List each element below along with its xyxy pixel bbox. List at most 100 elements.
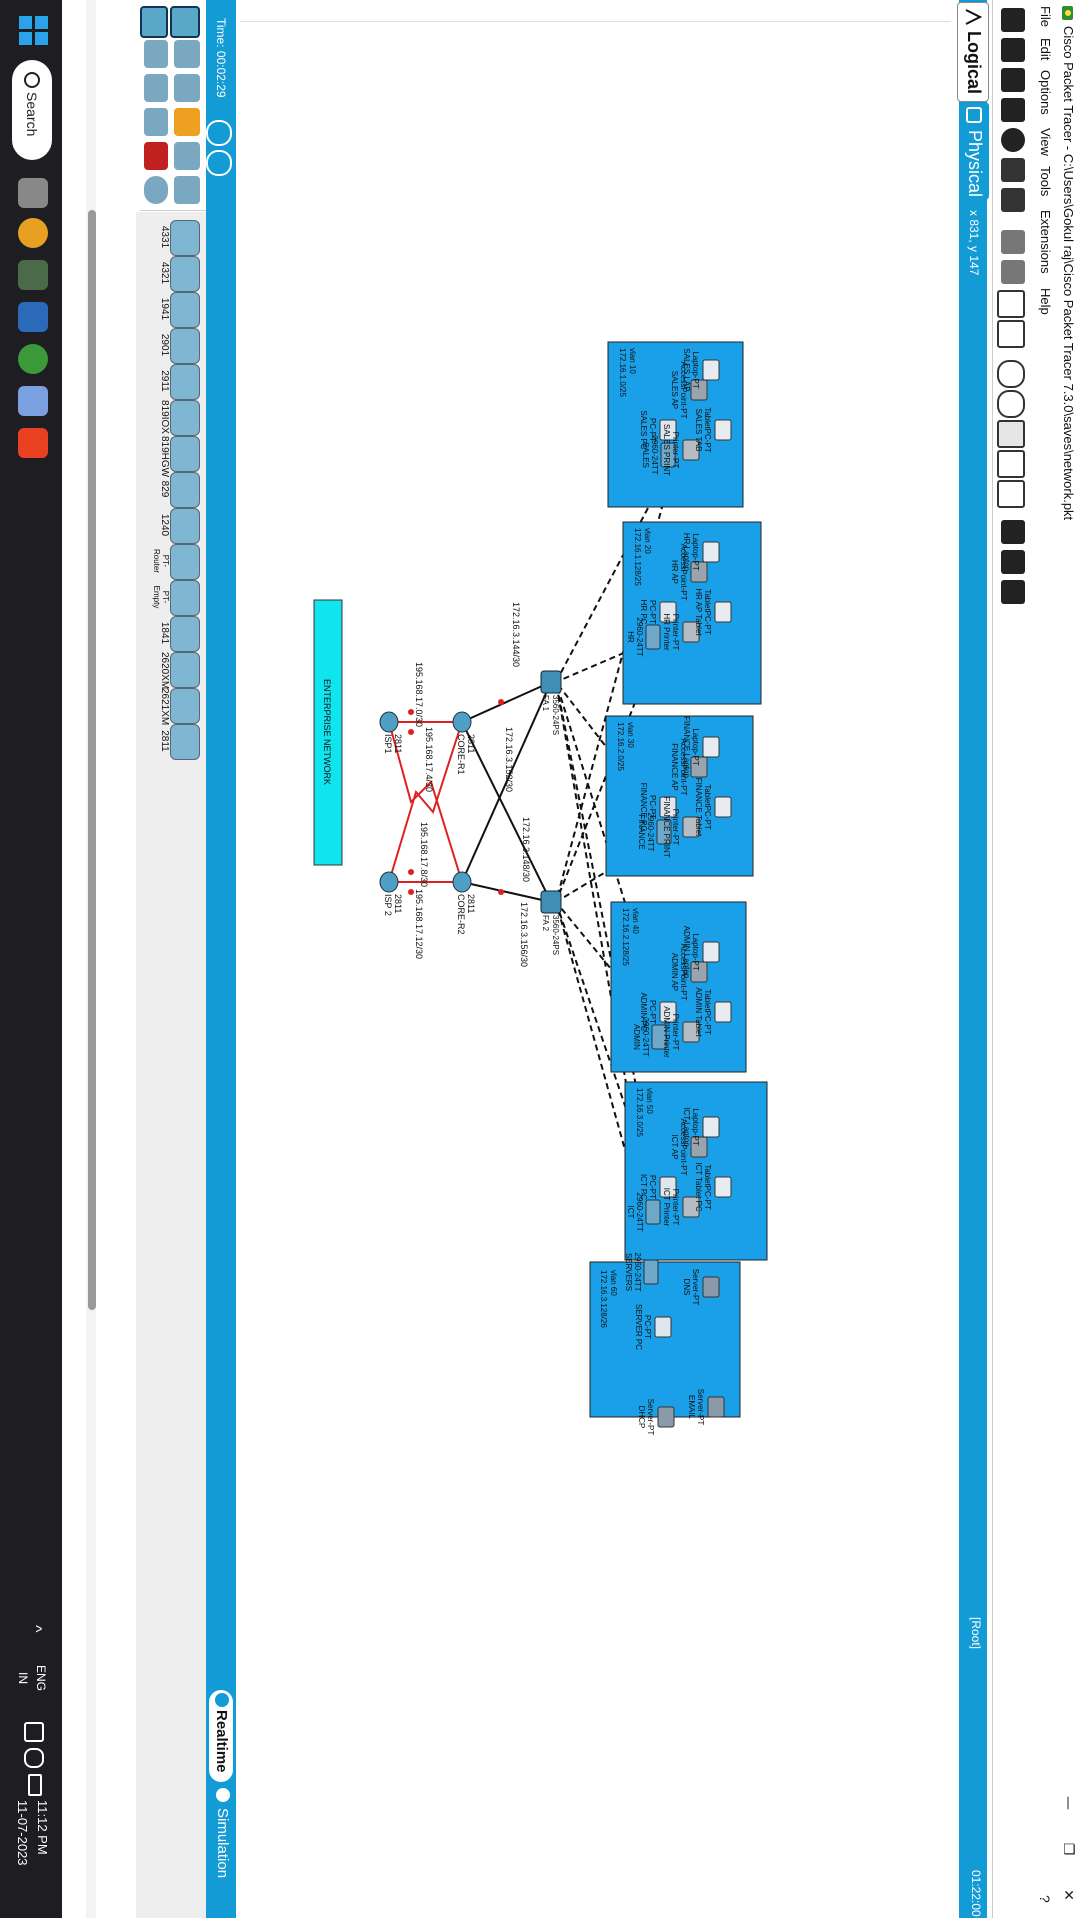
task-view-icon[interactable]: [18, 178, 48, 208]
zoom-in-icon[interactable]: [997, 360, 1025, 388]
router-model-icon[interactable]: [170, 328, 200, 364]
info-icon[interactable]: [1001, 128, 1025, 152]
isp1-router[interactable]: [379, 711, 399, 733]
laptop[interactable]: [702, 736, 720, 758]
security-icon[interactable]: [144, 142, 168, 170]
logical-workspace[interactable]: ENTERPRISE NETWORK 195.168.17.0/30 195.168…: [236, 3, 957, 1918]
router-model-icon[interactable]: [170, 400, 200, 436]
menu-edit[interactable]: Edit: [1038, 38, 1053, 60]
access-switch[interactable]: [645, 1199, 661, 1225]
menu-help[interactable]: Help: [1038, 288, 1053, 315]
custom-device-icon[interactable]: [997, 480, 1025, 508]
show-hidden-icons[interactable]: ^: [26, 1625, 44, 1633]
router-model-icon[interactable]: [170, 724, 200, 760]
battery-icon[interactable]: [28, 1774, 42, 1796]
volume-icon[interactable]: [24, 1748, 44, 1768]
tablet[interactable]: [714, 1176, 732, 1198]
copy-icon[interactable]: [1001, 230, 1025, 254]
router-model-icon[interactable]: [170, 688, 200, 724]
server-icon[interactable]: [1001, 550, 1025, 574]
new-file-icon[interactable]: [1001, 8, 1025, 32]
wireless-icon[interactable]: [144, 108, 168, 136]
save-icon[interactable]: [1001, 68, 1025, 92]
router-model-icon[interactable]: [170, 292, 200, 328]
tablet[interactable]: [714, 419, 732, 441]
router-model-icon[interactable]: [170, 616, 200, 652]
menu-options[interactable]: Options: [1038, 70, 1053, 115]
power-cycle-icon[interactable]: [206, 120, 232, 146]
restore-button[interactable]: ❐: [1055, 1826, 1081, 1872]
dns-server[interactable]: [702, 1276, 720, 1298]
wan-emulation-icon[interactable]: [144, 176, 168, 204]
core1-router[interactable]: [452, 711, 472, 733]
pdu-list-icon[interactable]: [1001, 520, 1025, 544]
server-switch[interactable]: [643, 1259, 659, 1285]
end-devices-icon[interactable]: [174, 40, 200, 68]
help-icon[interactable]: ?: [1037, 1895, 1053, 1903]
laptop[interactable]: [702, 541, 720, 563]
router-model-icon[interactable]: [170, 220, 200, 256]
packet-tracer-taskbar-icon[interactable]: [18, 260, 48, 290]
windows-start-icon[interactable]: [18, 16, 48, 46]
components-icon[interactable]: [174, 74, 200, 102]
camera-icon[interactable]: [1001, 580, 1025, 604]
menu-view[interactable]: View: [1038, 128, 1053, 156]
fa1-multilayer-switch[interactable]: [540, 670, 562, 694]
open-file-icon[interactable]: [1001, 38, 1025, 62]
routers-icon[interactable]: [140, 6, 168, 38]
region-indicator[interactable]: IN: [16, 1672, 30, 1684]
tab-physical[interactable]: Physical: [959, 102, 989, 200]
unity-icon[interactable]: [18, 386, 48, 416]
core2-router[interactable]: [452, 871, 472, 893]
root-breadcrumb[interactable]: [Root]: [969, 1617, 983, 1649]
isp2-router[interactable]: [379, 871, 399, 893]
switches-icon[interactable]: [144, 40, 168, 68]
network-wizard-icon[interactable]: [1001, 158, 1025, 182]
network-status-icon[interactable]: [24, 1722, 44, 1742]
router-model-icon[interactable]: [170, 580, 200, 616]
fast-forward-icon[interactable]: [206, 150, 232, 176]
redo-icon[interactable]: [997, 320, 1025, 348]
server-pc[interactable]: [654, 1316, 672, 1338]
language-indicator[interactable]: ENG: [34, 1665, 48, 1691]
hubs-icon[interactable]: [144, 74, 168, 102]
realtime-button[interactable]: Realtime: [209, 1690, 233, 1782]
misc-icon[interactable]: [174, 142, 200, 170]
activity-wizard-icon[interactable]: [1001, 188, 1025, 212]
print-icon[interactable]: [1001, 98, 1025, 122]
taskbar-search[interactable]: Search: [12, 60, 52, 160]
menu-file[interactable]: File: [1038, 6, 1053, 27]
network-app-icon[interactable]: [18, 302, 48, 332]
close-button[interactable]: ✕: [1055, 1872, 1081, 1918]
email-server[interactable]: [707, 1396, 725, 1418]
chrome-profile-icon[interactable]: [18, 344, 48, 374]
tab-logical[interactable]: Logical: [957, 2, 989, 102]
brave-icon[interactable]: [18, 428, 48, 458]
zoom-reset-icon[interactable]: [997, 420, 1025, 448]
undo-icon[interactable]: [997, 290, 1025, 318]
paste-icon[interactable]: [1001, 260, 1025, 284]
palette-icon[interactable]: [997, 450, 1025, 478]
laptop[interactable]: [702, 359, 720, 381]
device-scrollbar-thumb[interactable]: [88, 210, 96, 1310]
fa2-multilayer-switch[interactable]: [540, 890, 562, 914]
minimize-button[interactable]: —: [1055, 1780, 1081, 1826]
laptop[interactable]: [702, 941, 720, 963]
menu-tools[interactable]: Tools: [1038, 166, 1053, 196]
canvas[interactable]: ENTERPRISE NETWORK 195.168.17.0/30 195.168…: [240, 21, 951, 1918]
simulation-button[interactable]: Simulation: [214, 1808, 231, 1878]
laptop[interactable]: [702, 1116, 720, 1138]
system-date[interactable]: 11-07-2023: [15, 1800, 30, 1866]
chrome-icon[interactable]: [18, 218, 48, 248]
tablet[interactable]: [714, 1001, 732, 1023]
zoom-out-icon[interactable]: [997, 390, 1025, 418]
router-model-icon[interactable]: [170, 256, 200, 292]
network-devices-icon[interactable]: [170, 6, 200, 38]
dhcp-server[interactable]: [657, 1406, 675, 1428]
menu-extensions[interactable]: Extensions: [1038, 210, 1053, 274]
system-time[interactable]: 11:12 PM: [35, 1800, 50, 1855]
access-switch[interactable]: [645, 624, 661, 650]
router-model-icon[interactable]: [170, 364, 200, 400]
router-model-icon[interactable]: [170, 652, 200, 688]
multiuser-icon[interactable]: [174, 176, 200, 204]
